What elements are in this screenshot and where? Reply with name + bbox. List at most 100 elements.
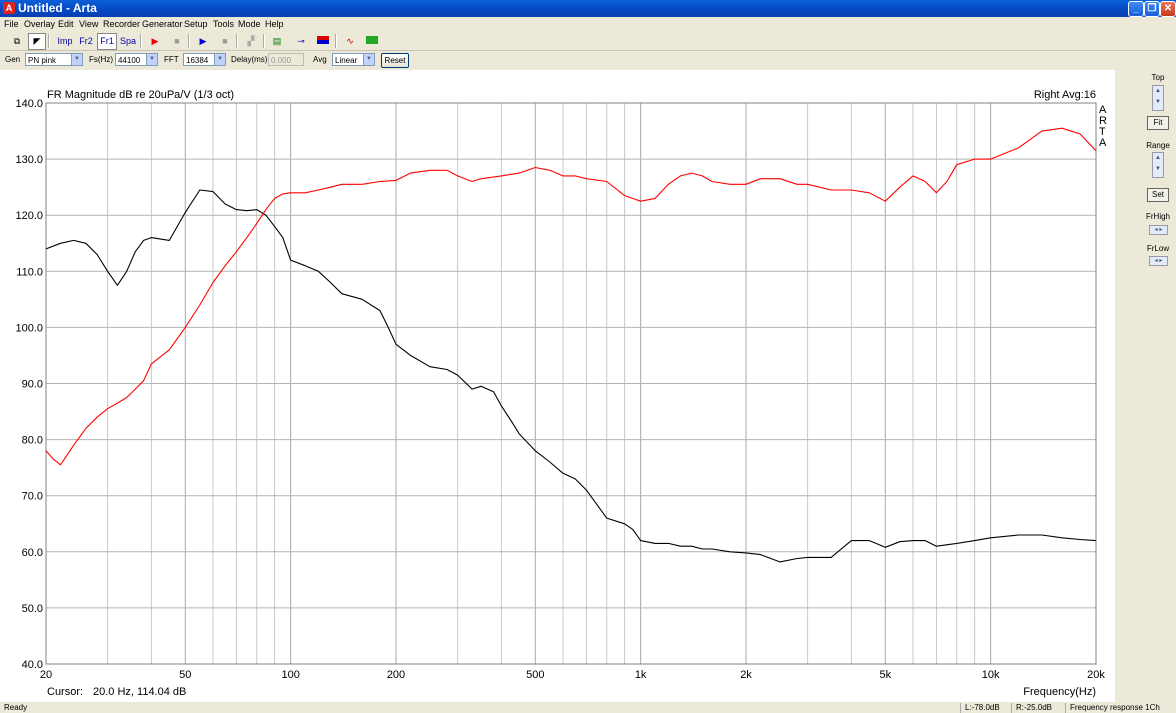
frlow-arrows[interactable]: ◂ ▸	[1149, 256, 1168, 266]
marker-icon: ⊸	[297, 36, 305, 46]
set-button[interactable]: Set	[1147, 188, 1169, 202]
y-tick-label: 120.0	[15, 210, 43, 222]
avg-select[interactable]: Linear ▼	[332, 53, 375, 66]
trace-black	[45, 189, 1097, 563]
avg-value: Linear	[335, 56, 358, 65]
fs-value: 44100	[118, 56, 141, 65]
fs-label: Fs(Hz)	[89, 55, 113, 64]
x-tick-label: 20	[40, 669, 52, 681]
menu-tools[interactable]: Tools	[213, 19, 234, 29]
overlay-icon: ▤	[272, 36, 282, 46]
menu-overlay[interactable]: Overlay	[24, 19, 55, 29]
range-spinner[interactable]: ▲ ▼	[1152, 152, 1164, 178]
trace-red	[45, 127, 1097, 466]
imp-button[interactable]: Imp	[55, 33, 75, 50]
chevron-down-icon: ▼	[214, 54, 225, 65]
play-button[interactable]: ▶	[194, 33, 212, 50]
chevron-down-icon: ▼	[1155, 166, 1161, 172]
curve-button[interactable]: ∿	[340, 33, 360, 50]
title-bar: A Untitled - Arta _ ❐ ✕	[0, 0, 1176, 17]
stop-record-button[interactable]: ■	[168, 33, 186, 50]
options-bar: Gen PN pink ▼ Fs(Hz) 44100 ▼ FFT 16384 ▼ De…	[0, 51, 1176, 69]
fft-label: FFT	[164, 55, 179, 64]
fr2-button[interactable]: Fr2	[76, 33, 96, 50]
x-tick-label: 10k	[982, 669, 1000, 681]
y-tick-label: 50.0	[22, 603, 43, 615]
cursor-readout: 20.0 Hz, 114.04 dB	[93, 686, 186, 698]
status-mode: Frequency response 1Ch	[1065, 703, 1160, 713]
fft-value: 16384	[186, 56, 209, 65]
y-tick-label: 90.0	[22, 379, 43, 391]
chevron-up-icon: ▲	[1155, 88, 1161, 94]
menu-recorder[interactable]: Recorder	[103, 19, 140, 29]
y-tick-label: 60.0	[22, 547, 43, 559]
x-tick-label: 50	[179, 669, 191, 681]
y-tick-label: 80.0	[22, 435, 43, 447]
fft-select[interactable]: 16384 ▼	[183, 53, 226, 66]
y-tick-label: 110.0	[16, 266, 43, 278]
status-right-level: R:-25.0dB	[1011, 703, 1052, 713]
gen-label: Gen	[5, 55, 21, 64]
copy-button[interactable]: ⧉	[8, 33, 26, 50]
frhigh-arrows[interactable]: ◂ ▸	[1149, 225, 1168, 235]
delay-label: Delay(ms)	[231, 55, 268, 64]
graph-icon	[366, 36, 378, 44]
gen-value: PN pink	[28, 56, 57, 65]
colors-button[interactable]	[313, 33, 333, 50]
y-tick-label: 100.0	[15, 322, 43, 334]
stop-icon: ■	[174, 36, 180, 46]
frequency-response-chart[interactable]: 40.050.060.070.080.090.0100.0110.0120.01…	[0, 70, 1115, 702]
x-tick-label: 1k	[635, 669, 647, 681]
x-tick-label: 200	[387, 669, 405, 681]
top-label: Top	[1151, 73, 1165, 82]
chevron-down-icon: ▼	[146, 54, 157, 65]
graph-button[interactable]	[362, 33, 382, 50]
rec-disabled-button[interactable]: ▞	[241, 33, 261, 50]
marker-button[interactable]: ⊸	[291, 33, 311, 50]
maximize-button[interactable]: ❐	[1144, 1, 1160, 17]
top-spinner[interactable]: ▲ ▼	[1152, 85, 1164, 111]
chevron-down-icon: ▼	[363, 54, 374, 65]
play-red-icon: ▶	[151, 36, 159, 46]
minimize-button[interactable]: _	[1128, 1, 1144, 17]
menu-help[interactable]: Help	[265, 19, 284, 29]
gen-select[interactable]: PN pink ▼	[25, 53, 83, 66]
menu-file[interactable]: File	[4, 19, 19, 29]
avg-label: Avg	[313, 55, 327, 64]
chevron-up-icon: ▲	[1155, 155, 1161, 161]
stop-play-button[interactable]: ■	[216, 33, 234, 50]
close-button[interactable]: ✕	[1160, 1, 1176, 17]
plot-area[interactable]: 40.0 50.0 60.0 70.0 80.0 90.0 100.0 110.0 120.0 1…	[0, 70, 1115, 702]
rec-icon: ▞	[247, 36, 255, 46]
cursor-button[interactable]: ◤	[28, 33, 46, 50]
reset-button[interactable]: Reset	[381, 53, 409, 68]
menu-generator[interactable]: Generator	[142, 19, 183, 29]
overlay-button[interactable]: ▤	[268, 33, 286, 50]
menu-mode[interactable]: Mode	[238, 19, 261, 29]
y-tick-label: 130.0	[15, 154, 43, 166]
x-tick-label: 500	[526, 669, 544, 681]
spa-button[interactable]: Spa	[118, 33, 138, 50]
chevron-down-icon: ▼	[1155, 99, 1161, 105]
fit-button[interactable]: Fit	[1147, 116, 1169, 130]
chevron-down-icon: ▼	[71, 54, 82, 65]
menu-edit[interactable]: Edit	[58, 19, 74, 29]
x-axis-label: Frequency(Hz)	[1023, 686, 1096, 698]
fs-select[interactable]: 44100 ▼	[115, 53, 158, 66]
arta-app-icon[interactable]: A	[3, 2, 15, 14]
menu-view[interactable]: View	[79, 19, 98, 29]
x-tick-label: 20k	[1087, 669, 1105, 681]
x-tick-label: 5k	[879, 669, 891, 681]
menu-setup[interactable]: Setup	[184, 19, 208, 29]
copy-icon: ⧉	[13, 36, 21, 46]
fr1-button[interactable]: Fr1	[97, 33, 117, 50]
cursor-label: Cursor:	[47, 686, 83, 698]
x-tick-label: 2k	[740, 669, 752, 681]
colors-icon	[317, 36, 329, 44]
frhigh-label: FrHigh	[1145, 212, 1170, 221]
record-button[interactable]: ▶	[146, 33, 164, 50]
frlow-label: FrLow	[1146, 244, 1170, 253]
delay-input[interactable]: 0.000	[268, 53, 304, 66]
status-bar: Ready L:-78.0dB R:-25.0dB Frequency resp…	[0, 703, 1176, 713]
channel-info: Right Avg:16	[1034, 89, 1096, 101]
